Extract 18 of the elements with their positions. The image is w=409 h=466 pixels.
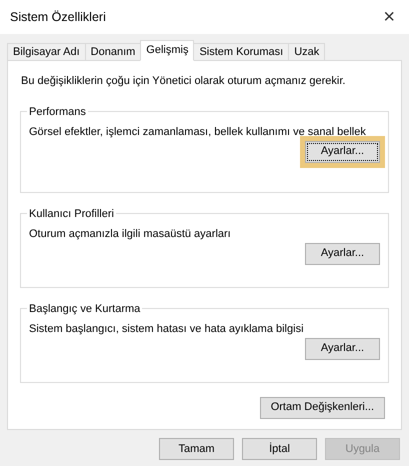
- settings-button[interactable]: Ayarlar...: [305, 242, 380, 264]
- notice-text: Bu değişikliklerin çoğu için Yönetici olarak oturum açmanız gerekir.: [20, 74, 346, 89]
- tab[interactable]: Bilgisayar Adı: [7, 43, 86, 61]
- settings-button[interactable]: Ayarlar...: [305, 140, 380, 162]
- dialog-button[interactable]: İptal: [242, 438, 317, 460]
- group-title: Başlangıç ve Kurtarma: [28, 302, 142, 316]
- group-description: Sistem başlangıcı, sistem hatası ve hata ayıklama bilgisi: [29, 322, 305, 337]
- group-description: Görsel efektler, işlemci zamanlaması, bellek kullanımı ve sanal bellek: [29, 125, 367, 140]
- close-button[interactable]: ×: [383, 7, 395, 27]
- dialog-button[interactable]: Tamam: [159, 438, 234, 460]
- environment-variables-button[interactable]: Ortam Değişkenleri...: [260, 396, 385, 418]
- window-title: Sistem Özellikleri: [10, 8, 106, 26]
- group-description: Oturum açmanızla ilgili masaüstü ayarları: [29, 227, 232, 242]
- settings-button[interactable]: Ayarlar...: [305, 338, 380, 360]
- tab[interactable]: Gelişmiş: [140, 40, 194, 61]
- group-title: Performans: [28, 104, 87, 120]
- tab[interactable]: Uzak: [288, 43, 326, 61]
- group-title: Kullanıcı Profilleri: [28, 206, 115, 222]
